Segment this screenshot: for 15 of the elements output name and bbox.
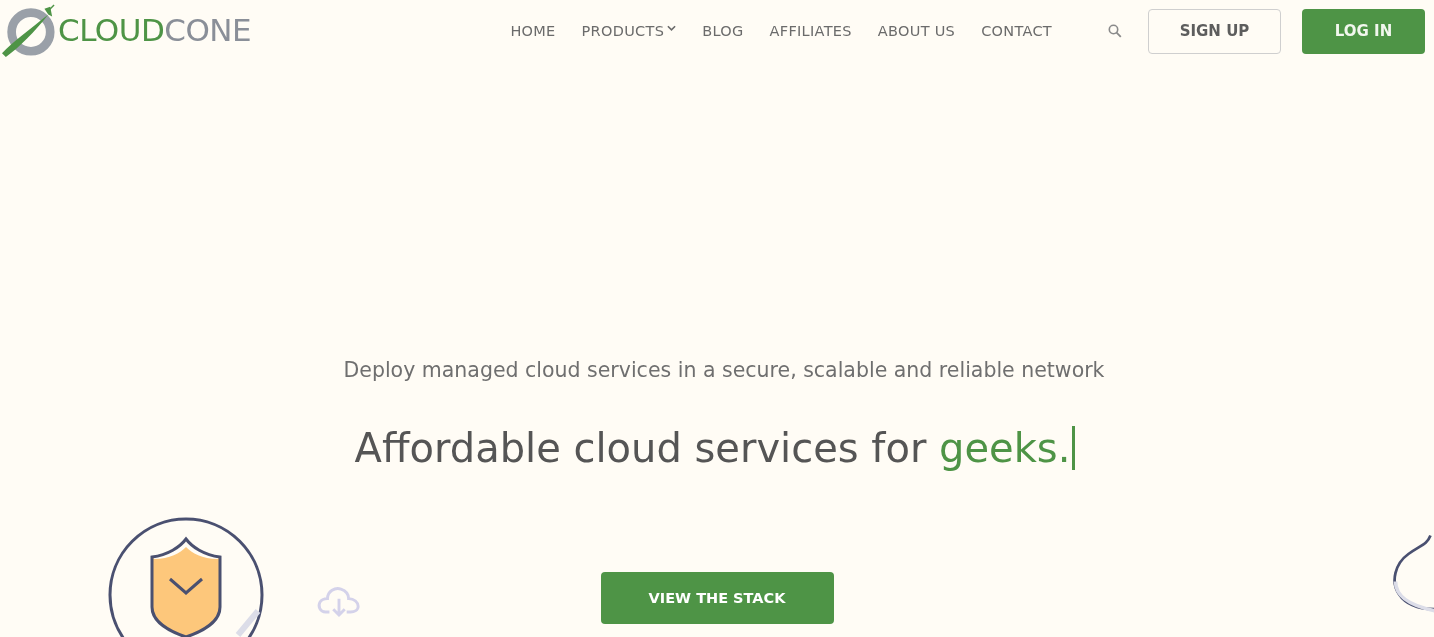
search-icon[interactable] — [1108, 24, 1122, 38]
nav-link[interactable]: ABOUT US — [877, 23, 956, 39]
nav-link[interactable]: BLOG — [702, 23, 744, 39]
log-in-button[interactable]: LOG IN — [1302, 8, 1425, 54]
nav-link[interactable]: HOME — [510, 23, 556, 39]
sign-up-button[interactable]: SIGN UP — [1148, 8, 1281, 54]
nav-link[interactable]: PRODUCTS — [581, 23, 677, 39]
cloud-download-icon — [316, 585, 362, 618]
hero-headline: Affordable cloud services for geeks. — [354, 425, 1076, 471]
logo-icon — [0, 3, 58, 57]
logo-text[interactable]: CLOUDCONE — [58, 12, 252, 48]
hero-subtitle: Deploy managed cloud services in a secure, scalable and reliable network — [343, 358, 1105, 382]
view-stack-button[interactable]: VIEW THE STACK — [600, 572, 834, 624]
nav-link[interactable]: CONTACT — [981, 23, 1052, 39]
nav-link[interactable]: AFFILIATES — [769, 23, 852, 39]
